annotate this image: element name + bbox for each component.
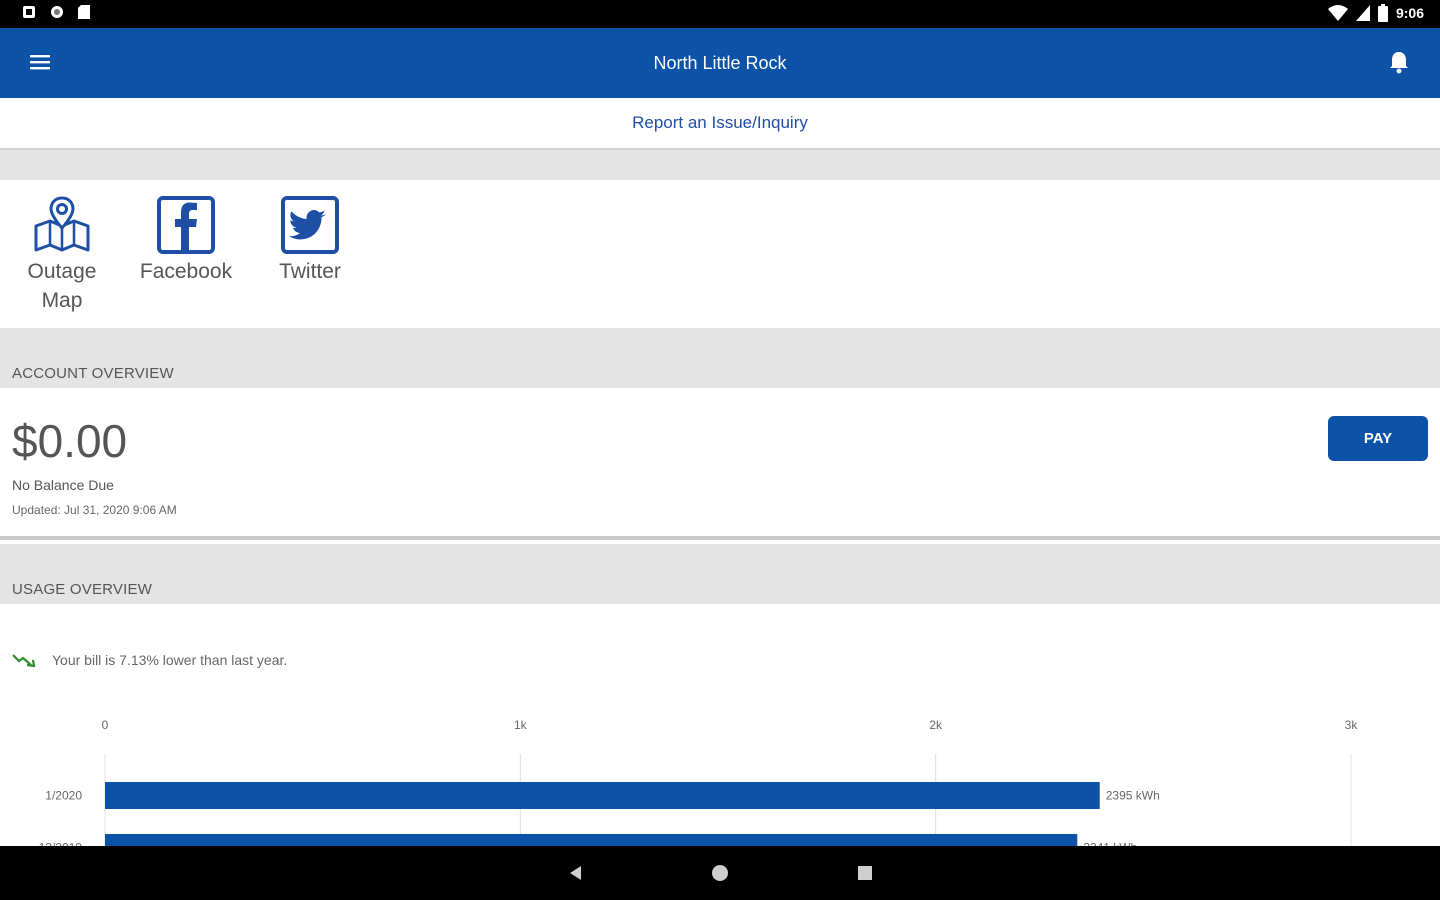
wifi-icon [1327, 5, 1348, 21]
quick-link-outage-map[interactable]: Outage Map [7, 194, 117, 314]
quick-link-label: Facebook [139, 260, 233, 283]
account-card: $0.00 No Balance Due Updated: Jul 31, 20… [0, 388, 1440, 540]
notification-icon [23, 6, 35, 18]
quick-links: Outage Map Facebook Twitter [0, 180, 1440, 326]
navigation-bar [0, 846, 1440, 900]
app-bar: North Little Rock [0, 28, 1440, 98]
account-overview-header: ACCOUNT OVERVIEW [0, 328, 1440, 388]
section-title: ACCOUNT OVERVIEW [12, 365, 174, 382]
balance-status: No Balance Due [12, 477, 114, 493]
quick-link-facebook[interactable]: Facebook [131, 194, 241, 285]
quick-link-label: Twitter [279, 260, 341, 283]
sync-icon [51, 6, 63, 18]
report-bar: Report an Issue/Inquiry [0, 98, 1440, 150]
signal-icon [1355, 5, 1370, 21]
back-icon[interactable] [566, 863, 586, 883]
chart-x-tick-label: 2k [929, 718, 943, 732]
battery-icon [1377, 4, 1388, 22]
trend-down-icon [12, 654, 36, 668]
clock: 9:06 [1395, 5, 1424, 21]
chart-x-tick-label: 3k [1345, 718, 1359, 732]
quick-link-label: Outage [27, 260, 97, 283]
home-icon[interactable] [710, 863, 730, 883]
twitter-icon [281, 196, 339, 254]
chart-value-label: 2395 kWh [1106, 789, 1160, 803]
bell-icon[interactable] [1388, 50, 1410, 74]
trend-row: Your bill is 7.13% lower than last year. [12, 652, 287, 668]
sd-card-icon [78, 5, 90, 19]
app-title: North Little Rock [653, 53, 787, 73]
quick-link-label-line2: Map [41, 289, 83, 312]
divider-band [0, 150, 1440, 180]
map-pin-icon [34, 196, 90, 252]
usage-card: 01k2k3k1/20202395 kWh12/20192341 kWh You… [0, 604, 1440, 846]
pay-button[interactable]: PAY [1328, 416, 1428, 461]
trend-text: Your bill is 7.13% lower than last year. [52, 652, 288, 668]
usage-chart: 01k2k3k1/20202395 kWh12/20192341 kWh [39, 718, 1359, 846]
chart-bar [105, 782, 1100, 809]
quick-link-twitter[interactable]: Twitter [255, 194, 365, 285]
report-issue-link[interactable]: Report an Issue/Inquiry [0, 113, 1440, 133]
chart-x-tick-label: 1k [514, 718, 528, 732]
chart-bar [105, 834, 1078, 846]
section-title: USAGE OVERVIEW [12, 581, 153, 598]
chart-x-tick-label: 0 [102, 718, 109, 732]
recents-icon[interactable] [855, 863, 875, 883]
status-bar: 9:06 [0, 0, 1440, 28]
facebook-icon [157, 196, 215, 254]
usage-overview-header: USAGE OVERVIEW [0, 544, 1440, 604]
balance-amount: $0.00 [12, 415, 128, 467]
updated-timestamp: Updated: Jul 31, 2020 9:06 AM [12, 503, 177, 517]
chart-category-label: 1/2020 [45, 789, 82, 803]
